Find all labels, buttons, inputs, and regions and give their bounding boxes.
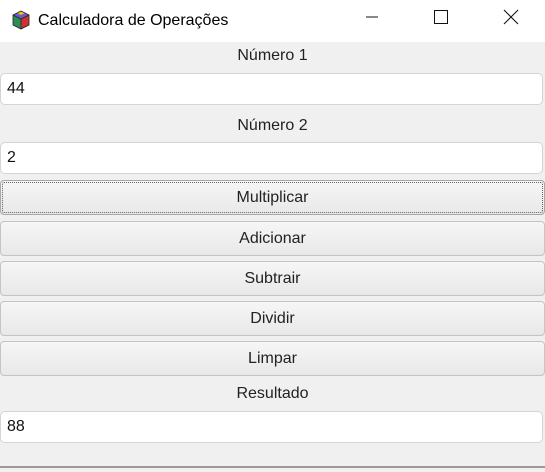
- minimize-button[interactable]: [349, 0, 395, 38]
- numero2-input[interactable]: [0, 142, 543, 174]
- calculator-window: Calculadora de Operações Número 1 Número…: [0, 0, 545, 472]
- numero2-label: Número 2: [237, 117, 308, 134]
- numero1-input[interactable]: [0, 73, 543, 105]
- numero1-label: Número 1: [237, 47, 308, 64]
- close-icon: [503, 9, 519, 30]
- title-bar: Calculadora de Operações: [0, 0, 545, 42]
- colorful-cube-icon: [11, 10, 31, 30]
- limpar-button[interactable]: Limpar: [0, 341, 545, 376]
- window-title: Calculadora de Operações: [38, 12, 229, 29]
- maximize-icon: [433, 9, 449, 30]
- subtrair-button[interactable]: Subtrair: [0, 261, 545, 296]
- maximize-button[interactable]: [418, 0, 464, 38]
- close-button[interactable]: [488, 0, 534, 38]
- adicionar-button[interactable]: Adicionar: [0, 221, 545, 256]
- resultado-label: Resultado: [236, 385, 309, 402]
- window-bottom-border: [0, 466, 545, 468]
- multiplicar-button[interactable]: Multiplicar: [0, 180, 545, 215]
- minimize-icon: [364, 9, 380, 30]
- resultado-output[interactable]: [0, 411, 543, 443]
- dividir-button[interactable]: Dividir: [0, 301, 545, 336]
